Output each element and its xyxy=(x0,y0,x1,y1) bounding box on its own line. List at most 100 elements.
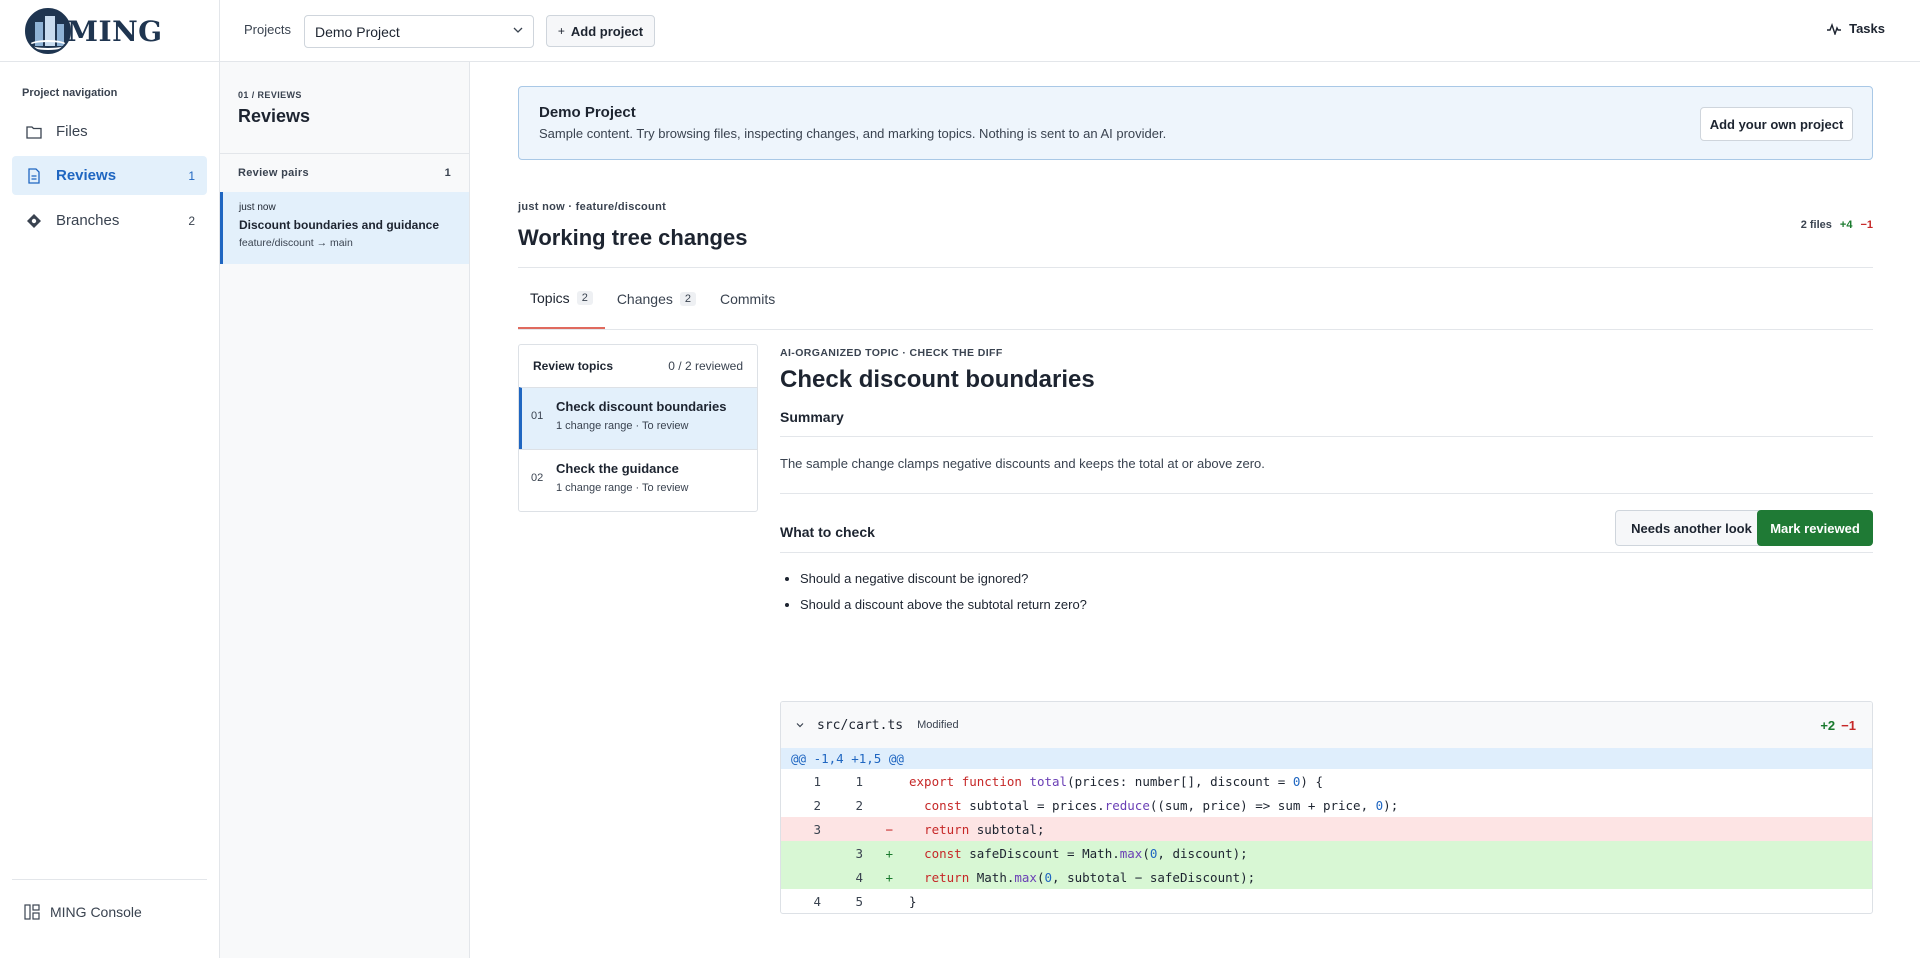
add-own-project-button[interactable]: Add your own project xyxy=(1700,107,1853,141)
code-line: return Math.max(0, subtotal − safeDiscou… xyxy=(924,869,1256,885)
project-sidebar: Project navigation Files Reviews 1 Branc… xyxy=(0,62,220,958)
project-select-value: Demo Project xyxy=(315,23,400,40)
topic-number: 02 xyxy=(531,472,544,484)
review-pairs-label: Review pairs xyxy=(238,167,309,179)
topic-title: Check the guidance xyxy=(556,461,679,476)
tab-changes[interactable]: Changes 2 xyxy=(605,268,708,329)
tab-label: Commits xyxy=(719,290,776,307)
files-count: 2 files xyxy=(1800,219,1832,231)
page-title: Working tree changes xyxy=(518,225,748,250)
demo-banner: Demo Project Sample content. Try browsin… xyxy=(518,86,1873,160)
tab-badge: 2 xyxy=(576,290,593,305)
review-pair-time: just now xyxy=(239,202,276,213)
code-line: export function total(prices: number[], … xyxy=(909,773,1323,789)
topic-detail: AI-ORGANIZED TOPIC · CHECK THE DIFF Chec… xyxy=(780,344,1873,914)
reviews-header: 01 / REVIEWS Reviews xyxy=(220,62,469,154)
diff-line-added: 4 + return Math.max(0, subtotal − safeDi… xyxy=(781,865,1872,889)
additions-count: +4 xyxy=(1839,219,1853,231)
diff-deletions: −1 xyxy=(1841,717,1856,733)
diff-marker: + xyxy=(885,869,893,885)
tab-bar: Topics 2 Changes 2 Commits xyxy=(518,268,1873,330)
ming-console-link[interactable]: MING Console xyxy=(12,879,207,920)
document-icon xyxy=(26,167,42,184)
sidebar-item-count: 2 xyxy=(188,213,195,228)
tab-label: Changes xyxy=(616,290,673,307)
projects-label: Projects xyxy=(244,22,291,37)
tab-commits[interactable]: Commits xyxy=(708,268,787,329)
diff-additions: +2 xyxy=(1820,717,1836,733)
new-line-number: 3 xyxy=(855,845,863,861)
review-topics-header: Review topics 0 / 2 reviewed xyxy=(519,345,757,387)
folder-icon xyxy=(26,124,42,140)
summary-heading: Summary xyxy=(780,409,844,425)
sidebar-item-reviews[interactable]: Reviews 1 xyxy=(12,156,207,195)
new-line-number: 1 xyxy=(855,773,863,789)
diff-marker: + xyxy=(885,845,893,861)
divider xyxy=(780,493,1873,494)
top-bar: MING Projects Demo Project + Add project… xyxy=(0,0,1920,62)
tab-topics[interactable]: Topics 2 xyxy=(518,268,605,329)
old-line-number: 3 xyxy=(813,821,821,837)
code-line: const safeDiscount = Math.max(0, discoun… xyxy=(924,845,1248,861)
review-pairs-header: Review pairs 1 xyxy=(220,154,469,192)
sidebar-item-count: 1 xyxy=(188,168,195,183)
reviews-kicker: 01 / REVIEWS xyxy=(238,90,302,100)
divider xyxy=(780,552,1873,553)
diff-marker: − xyxy=(885,821,893,837)
review-pair-branch: feature/discount → main xyxy=(239,237,353,249)
diff-hunk-header: @@ -1,4 +1,5 @@ xyxy=(781,748,1872,769)
diff-line: 2 2 const subtotal = prices.reduce((sum,… xyxy=(781,793,1872,817)
check-questions-list: Should a negative discount be ignored? S… xyxy=(800,571,1087,623)
add-project-label: Add project xyxy=(570,23,644,39)
code-line: } xyxy=(909,893,917,909)
code-line: const subtotal = prices.reduce((sum, pri… xyxy=(924,797,1399,813)
diff-line: 1 1 export function total(prices: number… xyxy=(781,769,1872,793)
topic-item[interactable]: 01 Check discount boundaries 1 change ra… xyxy=(519,387,757,449)
chevron-down-icon[interactable] xyxy=(795,720,805,730)
list-item: Should a negative discount be ignored? xyxy=(800,571,1087,586)
mark-reviewed-button[interactable]: Mark reviewed xyxy=(1757,510,1873,546)
tasks-button[interactable]: Tasks xyxy=(1826,21,1885,36)
banner-title: Demo Project xyxy=(539,104,636,121)
review-pair-title: Discount boundaries and guidance xyxy=(239,218,440,232)
topic-title: Check discount boundaries xyxy=(556,399,727,414)
banner-text: Sample content. Try browsing files, insp… xyxy=(539,126,1167,141)
reviews-column: 01 / REVIEWS Reviews Review pairs 1 just… xyxy=(220,62,470,958)
sidebar-item-files[interactable]: Files xyxy=(12,112,207,151)
topic-detail-title: Check discount boundaries xyxy=(780,366,1095,393)
review-pair-item[interactable]: just now Discount boundaries and guidanc… xyxy=(220,192,469,264)
sidebar-item-label: Reviews xyxy=(56,167,117,184)
reviews-title: Reviews xyxy=(238,106,311,126)
old-line-number: 4 xyxy=(813,893,821,909)
diff-header[interactable]: src/cart.ts Modified +2 −1 xyxy=(781,702,1872,748)
sidebar-item-label: Files xyxy=(56,123,88,140)
chevron-down-icon xyxy=(513,27,523,33)
worktree-stats: 2 files +4 −1 xyxy=(1801,219,1873,231)
needs-another-look-button[interactable]: Needs another look xyxy=(1615,510,1768,546)
topic-item[interactable]: 02 Check the guidance 1 change range · T… xyxy=(519,449,757,511)
new-line-number: 2 xyxy=(855,797,863,813)
add-project-button[interactable]: + Add project xyxy=(546,15,655,47)
topic-subtitle: 1 change range · To review xyxy=(556,420,689,432)
diff-line-added: 3 + const safeDiscount = Math.max(0, dis… xyxy=(781,841,1872,865)
diff-file-name: src/cart.ts xyxy=(817,717,904,733)
topic-kicker: AI-ORGANIZED TOPIC · CHECK THE DIFF xyxy=(780,347,1003,359)
old-line-number: 1 xyxy=(813,773,821,789)
code-line: return subtotal; xyxy=(924,821,1045,837)
new-line-number: 5 xyxy=(855,893,863,909)
list-item: Should a discount above the subtotal ret… xyxy=(800,597,1087,612)
plus-icon: + xyxy=(557,24,565,38)
console-icon xyxy=(24,904,40,920)
sidebar-item-branches[interactable]: Branches 2 xyxy=(12,201,207,240)
project-select[interactable]: Demo Project xyxy=(304,15,534,48)
summary-text: The sample change clamps negative discou… xyxy=(780,456,1265,471)
logo[interactable]: MING xyxy=(0,0,220,62)
console-label: MING Console xyxy=(50,904,142,920)
nav-title: Project navigation xyxy=(22,87,118,99)
topic-number: 01 xyxy=(531,410,544,422)
activity-icon xyxy=(1827,22,1842,35)
divider xyxy=(780,436,1873,437)
review-topics-title: Review topics xyxy=(533,359,614,373)
old-line-number: 2 xyxy=(813,797,821,813)
review-pairs-count: 1 xyxy=(444,167,451,179)
